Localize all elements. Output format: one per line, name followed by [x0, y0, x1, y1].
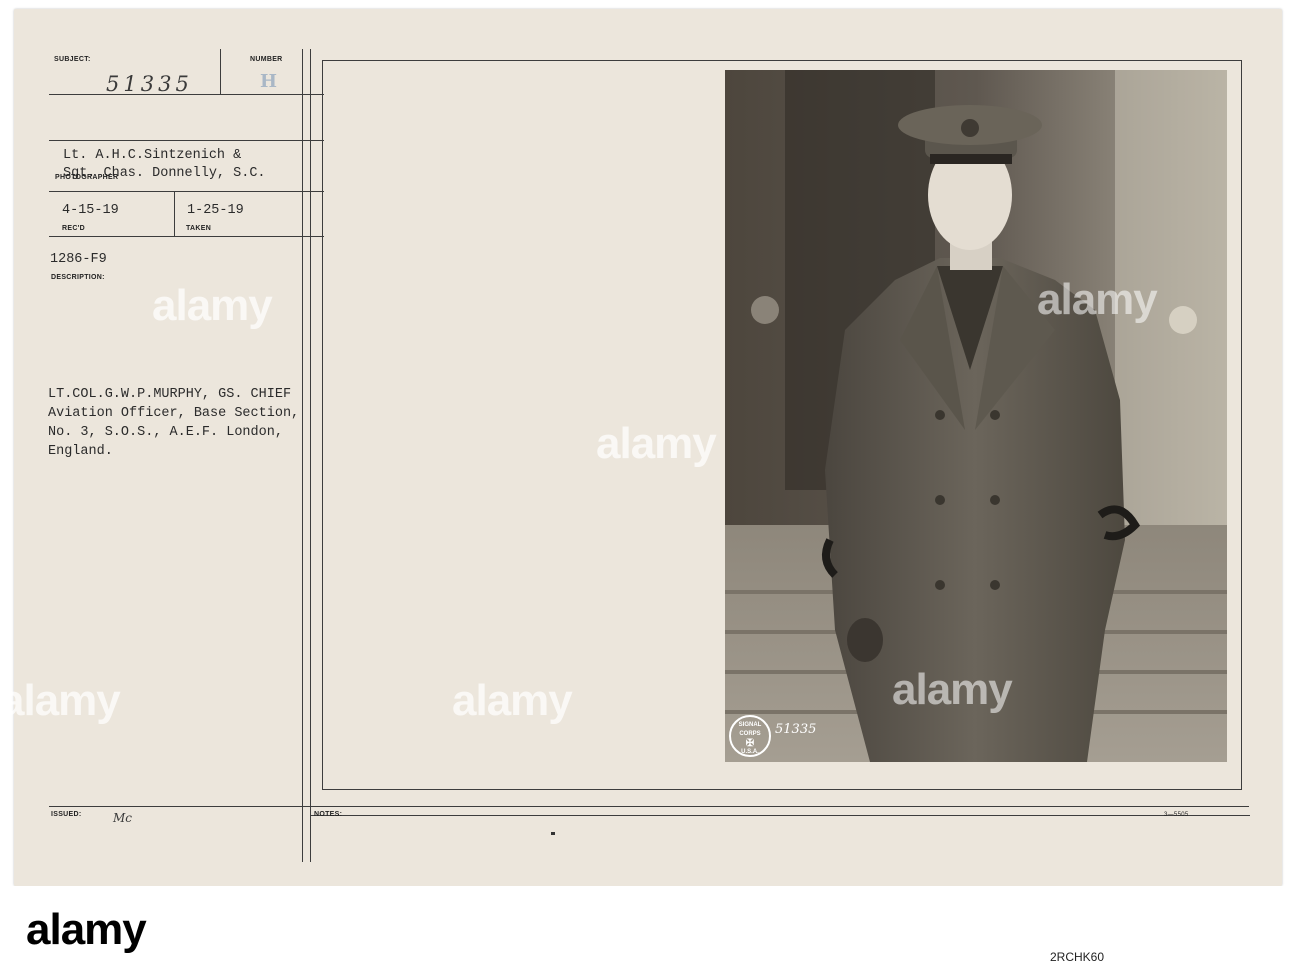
rule-dates-bottom: [49, 236, 324, 237]
image-id: 2RCHK60: [1050, 950, 1105, 964]
rule-dates-divider: [174, 191, 175, 237]
number-mark: H: [260, 71, 278, 92]
watermark-4: alamy: [452, 676, 573, 725]
received-date: 4-15-19: [62, 203, 119, 218]
photo-frame-right: [1241, 60, 1242, 790]
stamp-cross-icon: ✠: [745, 738, 755, 749]
photo-frame-left: [322, 60, 323, 790]
signal-corps-stamp: SIGNAL CORPS ✠ U.S.A.: [729, 715, 771, 757]
photo-watermark-2: alamy: [892, 665, 1013, 714]
issued-label: ISSUED:: [51, 811, 82, 818]
received-label: REC'D: [62, 225, 85, 232]
rule-notes-line: [49, 806, 1249, 807]
stamp-text: SIGNAL CORPS: [738, 722, 762, 737]
photo-number: 51335: [775, 722, 817, 737]
rule-photographer-bottom: [49, 191, 324, 192]
watermark-1: alamy: [152, 281, 273, 330]
watermark-3: alamy: [0, 676, 121, 725]
rule-photographer-top: [49, 140, 324, 141]
stock-footer: [0, 886, 1300, 976]
description-label: DESCRIPTION:: [51, 274, 105, 281]
portrait-photograph: alamy alamy SIGNAL CORPS ✠ U.S.A. 51335: [725, 70, 1227, 762]
portrait-illustration: [725, 70, 1227, 762]
rule-mid-column: [310, 49, 311, 862]
subject-label: SUBJECT:: [54, 56, 91, 63]
photo-watermark-1: alamy: [1037, 275, 1158, 324]
rule-notes-line-2: [310, 815, 1250, 816]
file-code: 1286-F9: [50, 252, 107, 267]
subject-number: 51335: [106, 72, 193, 96]
description-text: LT.COL.G.W.P.MURPHY, GS. CHIEF Aviation …: [48, 387, 300, 459]
alamy-logo: alamy: [26, 905, 147, 954]
taken-date: 1-25-19: [187, 203, 244, 218]
photo-frame-bottom: [322, 789, 1241, 790]
watermark-2: alamy: [596, 419, 717, 468]
rule-subject-divider: [220, 49, 221, 95]
form-code: 3—5505: [1164, 812, 1189, 818]
taken-label: TAKEN: [186, 225, 212, 232]
issued-initials: Mc: [113, 811, 133, 825]
number-label: NUMBER: [250, 56, 283, 63]
rule-left-column: [302, 49, 303, 862]
photographer-label: PHOTOGRAPHER: [55, 174, 119, 181]
notes-label: NOTES:: [314, 811, 343, 818]
stamp-country: U.S.A.: [741, 749, 759, 755]
photo-frame-top: [322, 60, 1241, 61]
ink-dot: [551, 832, 555, 835]
